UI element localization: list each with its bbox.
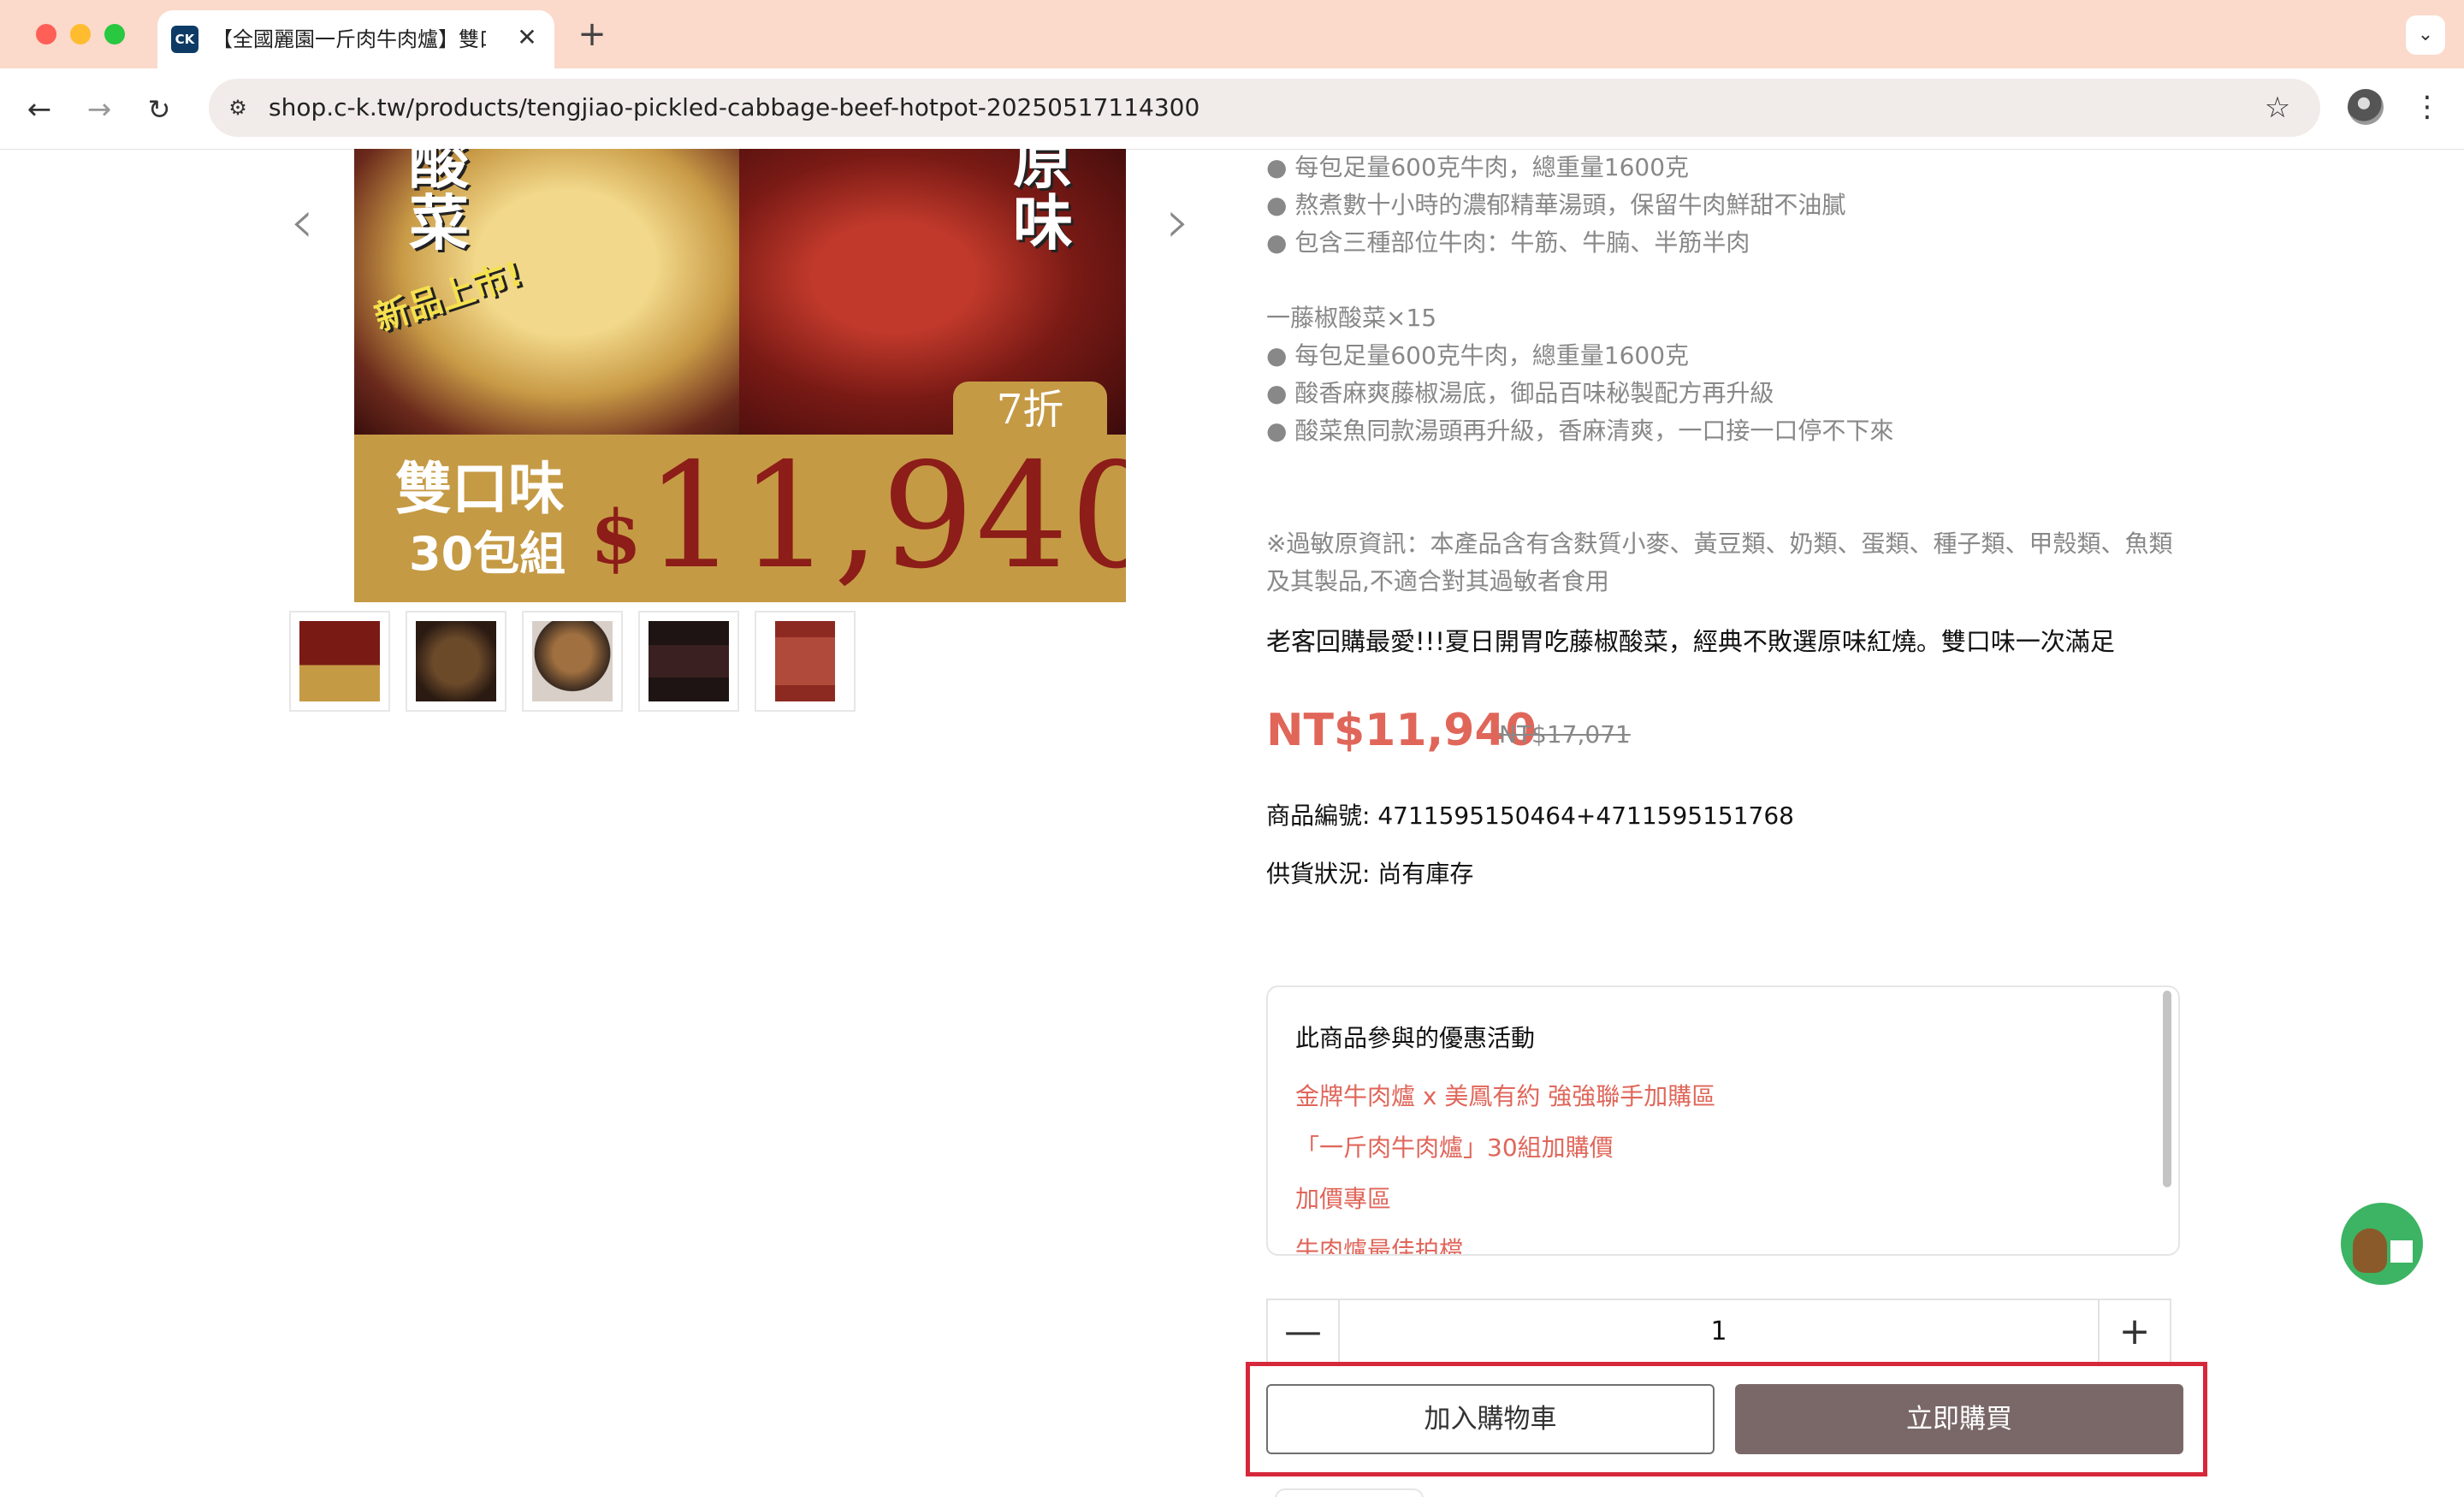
description-line: ● 包含三種部位牛肉：牛筋、牛腩、半筋半肉: [1266, 228, 1750, 257]
tab-close-icon[interactable]: ✕: [512, 22, 542, 53]
promotion-link[interactable]: 加價專區: [1295, 1182, 1391, 1216]
buy-now-button[interactable]: 立即購買: [1735, 1384, 2183, 1454]
description-line: ● 熬煮數十小時的濃郁精華湯頭，保留牛肉鮮甜不油膩: [1266, 191, 1846, 219]
quantity-decrease-button[interactable]: —: [1268, 1300, 1340, 1364]
browser-toolbar: ← → ↻ ⚙ shop.c-k.tw/products/tengjiao-pi…: [0, 68, 2464, 150]
banner-price-text: 11,940: [645, 432, 1126, 601]
description-line: 一藤椒酸菜×15: [1266, 304, 1437, 332]
banner-char: 原: [1013, 149, 1073, 197]
promotions-title: 此商品參與的優惠活動: [1295, 1024, 1536, 1052]
original-price: NT$17,071: [1499, 720, 1631, 748]
active-tab[interactable]: CK 【全國麗園一斤肉牛肉爐】雙口 ✕: [157, 10, 554, 68]
tab-title: 【全國麗園一斤肉牛肉爐】雙口: [212, 27, 486, 51]
allergen-info: ※過敏原資訊：本產品含有含麩質小麥、黃豆類、奶類、蛋類、種子類、甲殼類、魚類及其…: [1266, 530, 2173, 595]
thumbnail-1[interactable]: [289, 611, 390, 712]
forward-arrow-icon[interactable]: →: [80, 91, 118, 128]
browser-tab-bar: CK 【全國麗園一斤肉牛肉爐】雙口 ✕ + ⌄: [0, 0, 2464, 68]
quantity-input[interactable]: 1: [1340, 1300, 2098, 1364]
quantity-stepper: — 1 +: [1266, 1299, 2171, 1365]
reload-icon[interactable]: ↻: [140, 91, 178, 128]
description-line: ● 酸菜魚同款湯頭再升級，香麻清爽，一口接一口停不下來: [1266, 417, 1894, 445]
promotions-box: 此商品參與的優惠活動 金牌牛肉爐 x 美鳳有約 強強聯手加購區 「一斤肉牛肉爐」…: [1266, 985, 2180, 1256]
new-tab-button[interactable]: +: [573, 15, 611, 53]
line-chat-float-button[interactable]: [2341, 1203, 2423, 1285]
product-tagline: 老客回購最愛!!!夏日開胃吃藤椒酸菜，經典不敗選原味紅燒。雙口味一次滿足: [1266, 627, 2115, 656]
quantity-increase-button[interactable]: +: [2098, 1300, 2170, 1364]
promotion-link[interactable]: 牛肉爐最佳拍檔: [1295, 1234, 1463, 1254]
bookmark-star-icon[interactable]: ☆: [2260, 91, 2295, 125]
promotion-link[interactable]: 「一斤肉牛肉爐」30組加購價: [1295, 1131, 1614, 1165]
promotions-scrollbar[interactable]: [2163, 991, 2171, 1187]
window-close-button[interactable]: [36, 24, 56, 44]
thumbnail-3[interactable]: [522, 611, 623, 712]
site-favicon-icon: CK: [171, 26, 198, 53]
banner-packs-text: 30包組: [409, 527, 566, 581]
promotion-link[interactable]: 金牌牛肉爐 x 美鳳有約 強強聯手加購區: [1295, 1080, 1715, 1114]
thumbnail-5[interactable]: [755, 611, 856, 712]
window-minimize-button[interactable]: [70, 24, 91, 44]
banner-char: 菜: [409, 187, 469, 258]
profile-avatar[interactable]: [2348, 89, 2384, 125]
carousel-prev-icon[interactable]: ‹: [281, 192, 323, 251]
current-price: NT$11,940: [1266, 705, 1537, 756]
banner-dollar-sign: $: [590, 494, 642, 581]
add-to-cart-button[interactable]: 加入購物車: [1266, 1384, 1715, 1454]
banner-char: 酸: [409, 149, 469, 197]
carousel-next-icon[interactable]: ›: [1157, 192, 1199, 251]
stock-status: 供貨狀況: 尚有庫存: [1266, 860, 1474, 888]
description-line: ● 酸香麻爽藤椒湯底，御品百味秘製配方再升級: [1266, 379, 1774, 407]
tab-list-chevron-icon[interactable]: ⌄: [2406, 15, 2445, 55]
page-content: ‹ › 酸 菜 原 味 新品上市! 7折 雙口味 30包組 $ 11,940 ●…: [0, 149, 2464, 1497]
description-line: ● 每包足量600克牛肉，總重量1600克: [1266, 153, 1690, 181]
thumbnail-2[interactable]: [406, 611, 506, 712]
window-maximize-button[interactable]: [104, 24, 125, 44]
address-bar[interactable]: ⚙ shop.c-k.tw/products/tengjiao-pickled-…: [209, 79, 2320, 137]
line-bear-icon: [2353, 1228, 2387, 1273]
banner-flavor-text: 雙口味: [395, 456, 565, 522]
browser-menu-icon[interactable]: ⋮: [2413, 89, 2442, 125]
qr-code-icon: [2390, 1240, 2413, 1263]
thumbnail-4[interactable]: [638, 611, 739, 712]
url-text[interactable]: shop.c-k.tw/products/tengjiao-pickled-ca…: [269, 94, 1199, 121]
banner-price-strip: 雙口味 30包組 $ 11,940: [354, 435, 1126, 602]
below-fold-element: [1275, 1488, 1424, 1497]
description-line: ● 每包足量600克牛肉，總重量1600克: [1266, 341, 1690, 370]
product-sku: 商品編號: 4711595150464+4711595151768: [1266, 802, 1794, 830]
site-info-icon[interactable]: ⚙: [221, 91, 255, 125]
discount-badge: 7折: [953, 382, 1107, 438]
back-arrow-icon[interactable]: ←: [21, 91, 58, 128]
product-main-image: 酸 菜 原 味 新品上市! 7折 雙口味 30包組 $ 11,940: [354, 149, 1126, 602]
banner-char: 味: [1013, 187, 1073, 258]
